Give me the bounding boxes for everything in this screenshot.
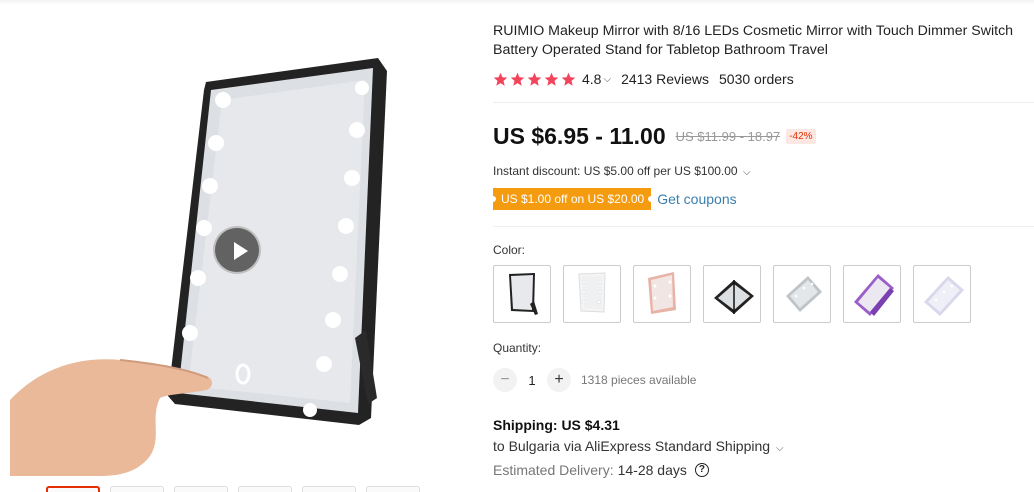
instant-discount-text: Instant discount: US $5.00 off per US $1… [493, 164, 738, 178]
color-swatch-pink-standing[interactable] [633, 265, 691, 323]
chevron-down-icon[interactable]: ⌵ [603, 74, 611, 85]
color-label: Color: [493, 243, 526, 257]
quantity-label: Quantity: [493, 341, 542, 355]
shipping-destination-prefix: to Bulgaria via [493, 438, 582, 454]
star-icon [527, 72, 542, 86]
coupon-tag[interactable]: US $1.00 off on US $20.00 [489, 188, 655, 210]
quantity-input[interactable] [517, 372, 547, 388]
rating-row: 4.8 ⌵ 2413 Reviews 5030 orders [493, 70, 794, 88]
chevron-down-icon: ⌵ [775, 443, 784, 454]
play-icon [234, 242, 248, 260]
quantity-stepper: − + 1318 pieces available [493, 368, 696, 392]
rating-value[interactable]: 4.8 [582, 71, 601, 87]
thumbnail-strip [46, 486, 420, 492]
thumbnail[interactable] [46, 486, 100, 492]
estimated-delivery: Estimated Delivery: 14-28 days ? [493, 462, 709, 478]
divider [493, 226, 1034, 227]
product-title: RUIMIO Makeup Mirror with 8/16 LEDs Cosm… [493, 23, 1014, 58]
shipping-label: Shipping: [493, 417, 558, 433]
stock-available: 1318 pieces available [581, 373, 697, 387]
current-price: US $6.95 - 11.00 [493, 122, 666, 149]
star-icon [544, 72, 559, 86]
price-row: US $6.95 - 11.00 US $11.99 - 18.97 -42% [493, 121, 816, 151]
reviews-link[interactable]: 2413 Reviews [621, 71, 709, 87]
delivery-label: Estimated Delivery: [493, 462, 614, 478]
discount-badge: -42% [786, 128, 816, 144]
original-price: US $11.99 - 18.97 [675, 128, 781, 144]
divider [493, 102, 1034, 103]
shipping-price: US $4.31 [561, 417, 620, 433]
get-coupons-link[interactable]: Get coupons [657, 191, 736, 207]
thumbnail[interactable] [302, 486, 356, 492]
delivery-days: 14-28 days [617, 462, 687, 478]
star-icon [510, 72, 525, 86]
rating-stars [493, 72, 576, 87]
shipping-method[interactable]: AliExpress Standard Shipping [585, 438, 770, 454]
help-icon[interactable]: ? [694, 463, 709, 477]
chevron-down-icon: ⌵ [742, 167, 751, 178]
star-icon [561, 72, 576, 86]
orders-count: 5030 orders [719, 71, 794, 87]
video-play-button[interactable] [213, 226, 261, 274]
thumbnail[interactable] [174, 486, 228, 492]
thumbnail[interactable] [238, 486, 292, 492]
star-icon [493, 72, 508, 86]
color-swatch-purple-folding[interactable] [843, 265, 901, 323]
product-gallery [0, 0, 470, 492]
instant-discount[interactable]: Instant discount: US $5.00 off per US $1… [493, 164, 751, 178]
color-swatch-white-folding[interactable] [913, 265, 971, 323]
thumbnail[interactable] [110, 486, 164, 492]
color-swatch-black-folding[interactable] [703, 265, 761, 323]
color-swatch-silver-folding[interactable] [773, 265, 831, 323]
shipping-cost: Shipping: US $4.31 [493, 417, 620, 433]
shipping-destination[interactable]: to Bulgaria via AliExpress Standard Ship… [493, 438, 784, 454]
product-main-image[interactable] [10, 8, 460, 476]
color-swatch-black-standing[interactable] [493, 265, 551, 323]
coupon-row: US $1.00 off on US $20.00 Get coupons [489, 188, 737, 210]
quantity-decrease-button[interactable]: − [493, 368, 517, 392]
thumbnail[interactable] [366, 486, 420, 492]
quantity-increase-button[interactable]: + [547, 368, 571, 392]
color-swatch-white-standing[interactable] [563, 265, 621, 323]
color-swatches [493, 265, 971, 323]
